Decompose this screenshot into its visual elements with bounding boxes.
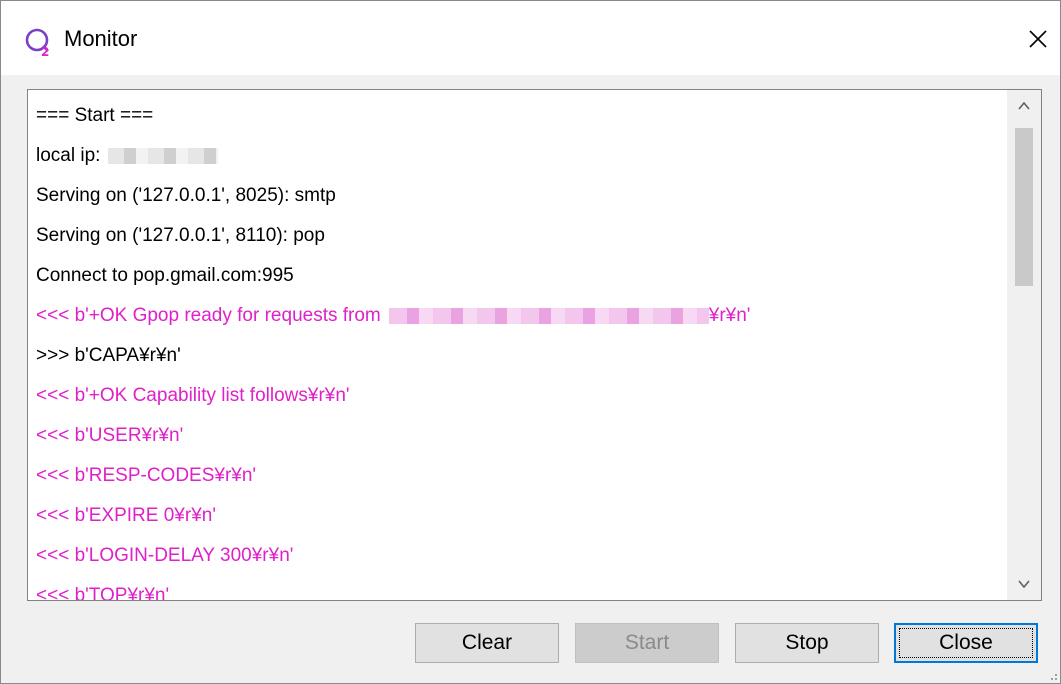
redacted-block	[388, 307, 709, 324]
log-line-text: <<< b'EXPIRE 0¥r¥n'	[36, 505, 216, 526]
log-line: Serving on ('127.0.0.1', 8110): pop	[36, 216, 1016, 256]
log-line: Serving on ('127.0.0.1', 8025): smtp	[36, 176, 1016, 216]
scroll-up-icon[interactable]	[1007, 90, 1041, 122]
title-bar[interactable]: 2 Monitor	[1, 1, 1060, 75]
log-line-text: === Start ===	[36, 105, 154, 126]
q2-app-icon: 2	[25, 28, 49, 57]
log-line: local ip:	[36, 136, 1016, 176]
log-line-text: <<< b'RESP-CODES¥r¥n'	[36, 465, 257, 486]
clear-button[interactable]: Clear	[415, 623, 559, 663]
stop-button[interactable]: Stop	[735, 623, 879, 663]
log-line-text: Serving on ('127.0.0.1', 8025): smtp	[36, 185, 336, 206]
focus-rectangle	[899, 628, 1033, 658]
log-line-text: Serving on ('127.0.0.1', 8110): pop	[36, 225, 325, 246]
log-line: <<< b'+OK Gpop ready for requests from ¥r…	[36, 296, 1016, 336]
log-line-suffix: ¥r¥n'	[708, 305, 751, 326]
log-line-text: >>> b'CAPA¥r¥n'	[36, 345, 181, 366]
scrollbar-thumb[interactable]	[1015, 128, 1033, 286]
log-line-text: <<< b'USER¥r¥n'	[36, 425, 184, 446]
vertical-scrollbar[interactable]	[1007, 90, 1041, 600]
svg-text:2: 2	[41, 45, 49, 57]
scroll-down-icon[interactable]	[1007, 568, 1041, 600]
log-line: <<< b'EXPIRE 0¥r¥n'	[36, 496, 1016, 536]
log-line: <<< b'USER¥r¥n'	[36, 416, 1016, 456]
close-button[interactable]: Close	[894, 623, 1038, 663]
redacted-block	[108, 147, 219, 164]
log-line-text: <<< b'+OK Gpop ready for requests from	[36, 305, 381, 326]
start-button[interactable]: Start	[575, 623, 719, 663]
log-line: <<< b'+OK Capability list follows¥r¥n'	[36, 376, 1016, 416]
monitor-window: 2 Monitor === Start === local ip: Serving …	[0, 0, 1061, 684]
window-title: Monitor	[64, 26, 138, 51]
log-output[interactable]: === Start === local ip: Serving on ('127.0…	[27, 89, 1042, 601]
log-line-text: <<< b'+OK Capability list follows¥r¥n'	[36, 385, 350, 406]
log-line: Connect to pop.gmail.com:995	[36, 256, 1016, 296]
log-line-text: <<< b'TOP¥r¥n'	[36, 585, 170, 601]
log-line-text: local ip:	[36, 145, 101, 166]
log-line: <<< b'RESP-CODES¥r¥n'	[36, 456, 1016, 496]
log-lines: === Start === local ip: Serving on ('127.0…	[36, 96, 1016, 601]
resize-grip-icon[interactable]	[1046, 669, 1058, 681]
log-line-text: <<< b'LOGIN-DELAY 300¥r¥n'	[36, 545, 294, 566]
log-line: <<< b'LOGIN-DELAY 300¥r¥n'	[36, 536, 1016, 576]
log-line: <<< b'TOP¥r¥n'	[36, 576, 1016, 601]
log-line: >>> b'CAPA¥r¥n'	[36, 336, 1016, 376]
close-icon[interactable]	[1025, 26, 1051, 52]
log-line-text: Connect to pop.gmail.com:995	[36, 265, 294, 286]
log-line: === Start ===	[36, 96, 1016, 136]
